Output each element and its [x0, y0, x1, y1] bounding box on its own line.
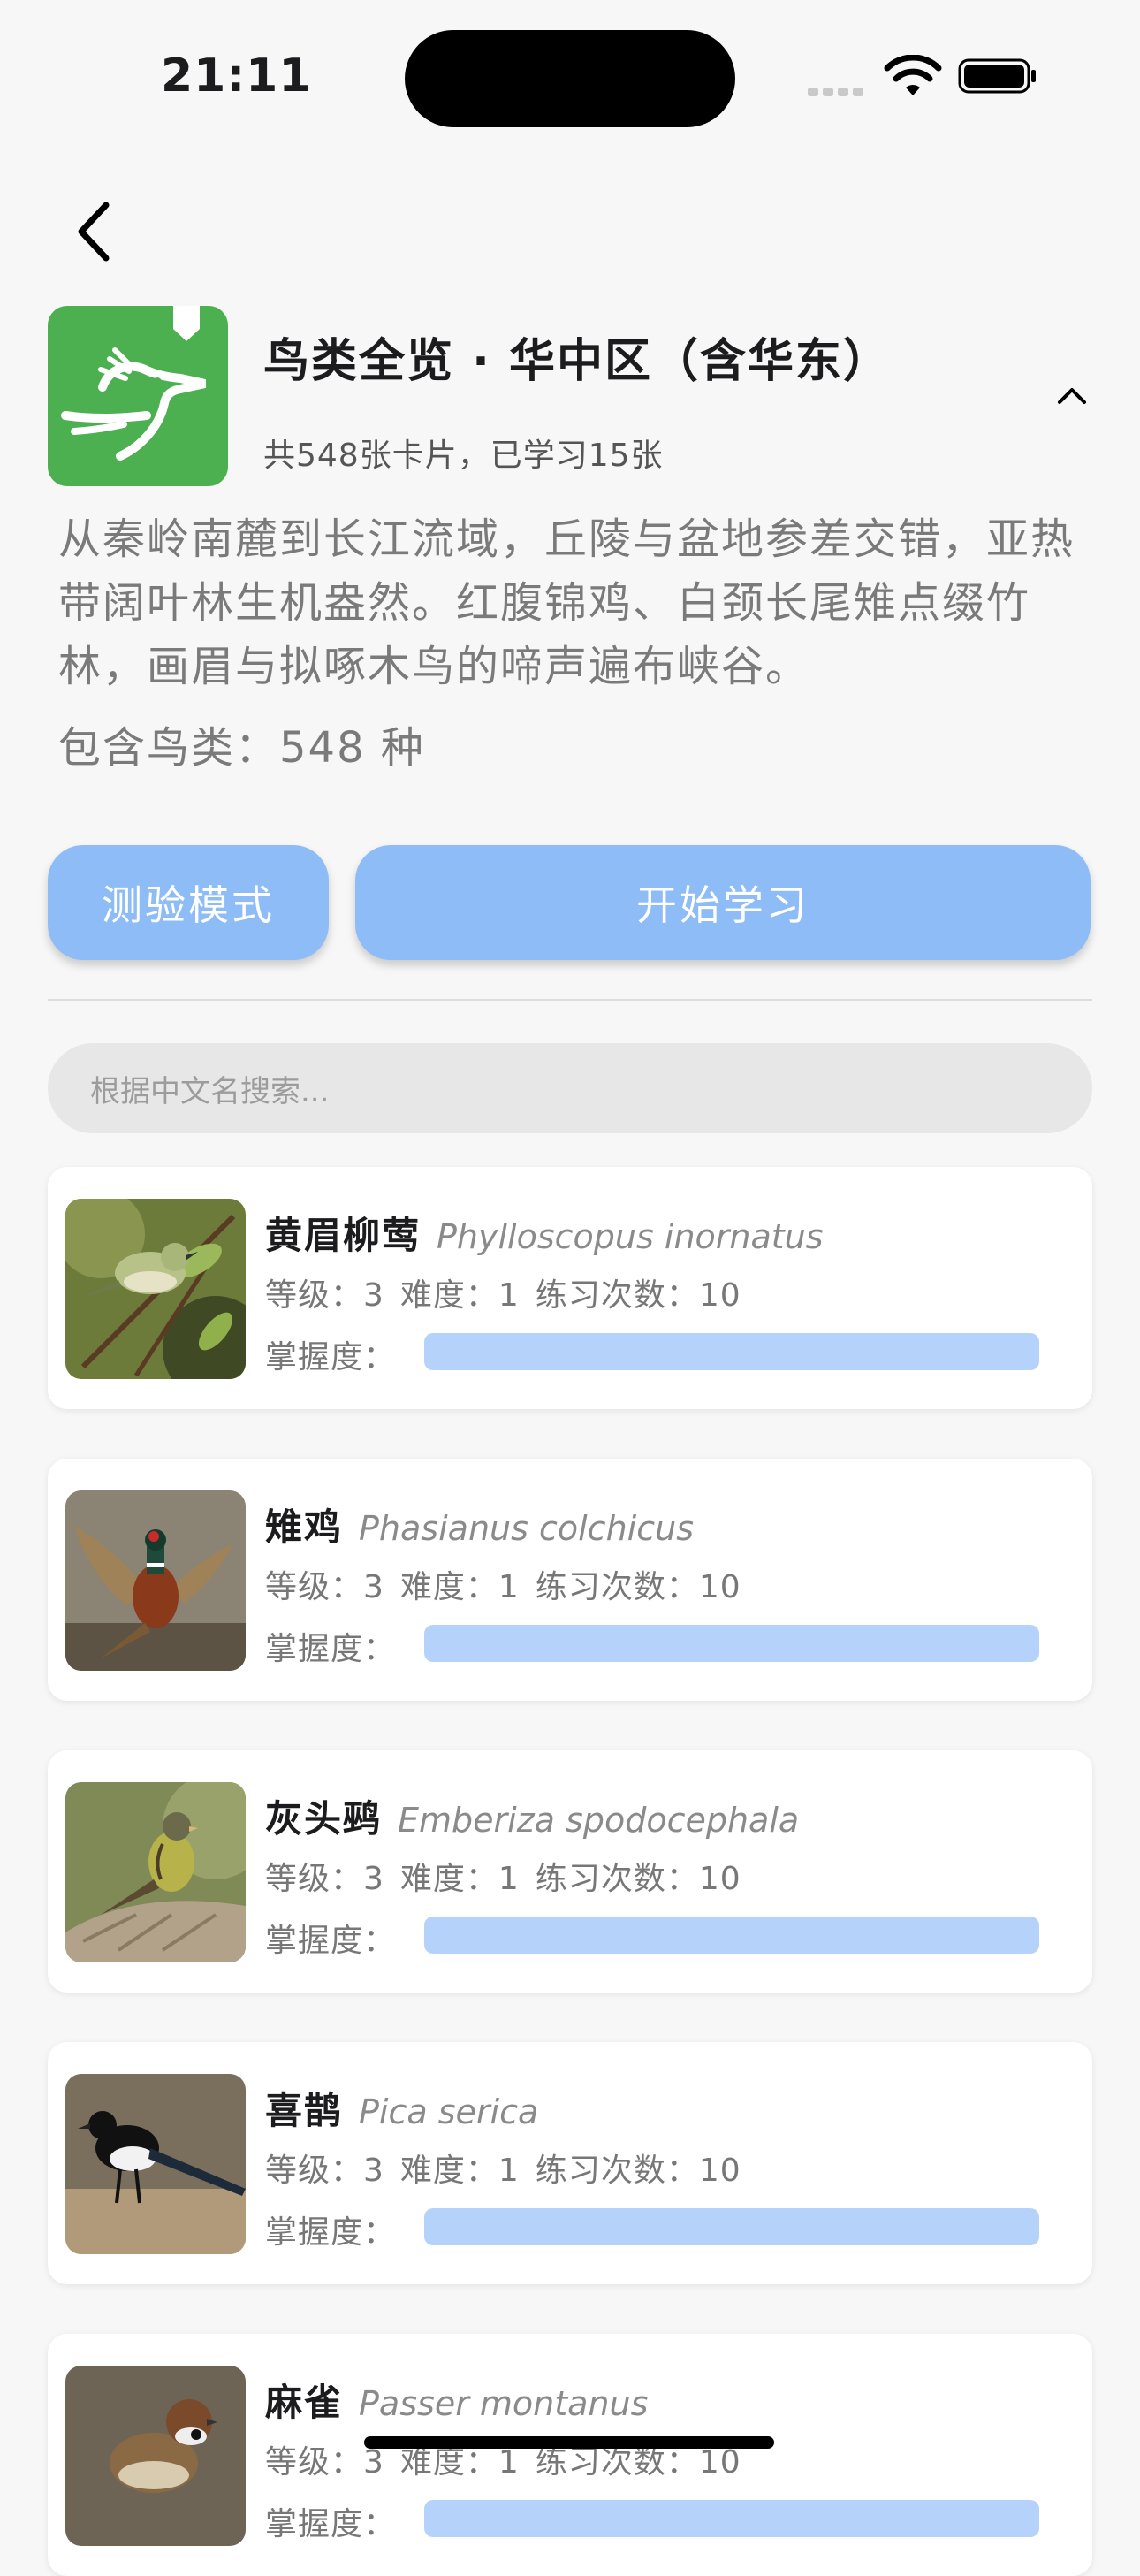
bird-latin-name: Phylloscopus inornatus	[437, 1217, 824, 1256]
mastery-progress-bar	[424, 1917, 1039, 1954]
bird-card[interactable]: 喜鹊 Pica serica 等级：3 难度：1 练习次数：10 掌握度：	[48, 2042, 1092, 2284]
bird-photo	[65, 1782, 246, 1962]
mastery-label: 掌握度：	[265, 1339, 397, 1376]
deck-logo-icon	[48, 306, 228, 486]
mastery-progress-bar	[424, 1333, 1039, 1370]
bird-latin-name: Phasianus colchicus	[359, 1509, 694, 1548]
bird-photo	[65, 2366, 246, 2546]
bird-photo	[65, 1490, 246, 1671]
divider	[48, 999, 1092, 1001]
bird-practice-count: 练习次数：10	[535, 1277, 741, 1314]
bird-latin-name: Emberiza spodocephala	[398, 1801, 800, 1840]
bird-level: 等级：3	[265, 1569, 384, 1605]
deck-title: 鸟类全览 · 华中区（含华东）	[263, 335, 891, 388]
bird-practice-count: 练习次数：10	[535, 1861, 741, 1897]
bird-difficulty: 难度：1	[399, 2444, 520, 2481]
bird-practice-count: 练习次数：10	[535, 2153, 741, 2189]
bird-level: 等级：3	[265, 2153, 384, 2189]
home-indicator[interactable]	[364, 2436, 774, 2449]
status-time: 21:11	[161, 50, 312, 103]
start-learning-button[interactable]: 开始学习	[355, 845, 1091, 960]
bird-difficulty: 难度：1	[399, 2153, 520, 2189]
bird-card[interactable]: 灰头鹀 Emberiza spodocephala 等级：3 难度：1 练习次数：10…	[48, 1750, 1092, 1993]
bird-photo	[65, 2074, 246, 2254]
deck-card-count: 共548张卡片，已学习15张	[263, 438, 664, 474]
cellular-signal-icon	[808, 83, 870, 96]
bird-name: 麻雀	[265, 2381, 344, 2424]
mastery-label: 掌握度：	[265, 2506, 397, 2542]
bird-name: 喜鹊	[265, 2089, 344, 2132]
bird-card[interactable]: 雉鸡 Phasianus colchicus 等级：3 难度：1 练习次数：10 掌握…	[48, 1459, 1092, 1701]
bird-level: 等级：3	[265, 2444, 384, 2481]
mastery-progress-bar	[424, 1625, 1039, 1662]
back-chevron-icon[interactable]	[71, 200, 117, 263]
bird-difficulty: 难度：1	[399, 1277, 520, 1314]
search-input[interactable]: 根据中文名搜索...	[48, 1043, 1092, 1133]
mastery-label: 掌握度：	[265, 1923, 397, 1959]
dynamic-island	[405, 30, 735, 127]
bird-practice-count: 练习次数：10	[535, 2444, 741, 2481]
wifi-icon	[884, 55, 942, 95]
deck-description: 从秦岭南麓到长江流域，丘陵与盆地参差交错，亚热带阔叶林生机盎然。红腹锦鸡、白颈长…	[58, 514, 1075, 691]
battery-icon	[958, 58, 1036, 94]
bird-name: 黄眉柳莺	[265, 1214, 422, 1257]
mastery-progress-bar	[424, 2500, 1039, 2537]
bird-latin-name: Passer montanus	[359, 2384, 649, 2423]
bird-card[interactable]: 黄眉柳莺 Phylloscopus inornatus 等级：3 难度：1 练习次数：…	[48, 1167, 1092, 1409]
bird-name: 灰头鹀	[265, 1797, 383, 1841]
bird-difficulty: 难度：1	[399, 1569, 520, 1605]
bird-photo	[65, 1199, 246, 1379]
species-count: 包含鸟类：548 种	[58, 723, 425, 773]
bird-difficulty: 难度：1	[399, 1861, 520, 1897]
quiz-mode-button[interactable]: 测验模式	[48, 845, 329, 960]
bird-level: 等级：3	[265, 1277, 384, 1314]
bird-name: 雉鸡	[265, 1505, 344, 1549]
bird-practice-count: 练习次数：10	[535, 1569, 741, 1605]
mastery-progress-bar	[424, 2208, 1039, 2245]
bird-latin-name: Pica serica	[359, 2092, 539, 2131]
chevron-up-icon[interactable]	[1057, 385, 1087, 405]
bird-level: 等级：3	[265, 1861, 384, 1897]
mastery-label: 掌握度：	[265, 2214, 397, 2251]
mastery-label: 掌握度：	[265, 1631, 397, 1667]
bird-card[interactable]: 麻雀 Passer montanus 等级：3 难度：1 练习次数：10 掌握度：	[48, 2334, 1092, 2576]
